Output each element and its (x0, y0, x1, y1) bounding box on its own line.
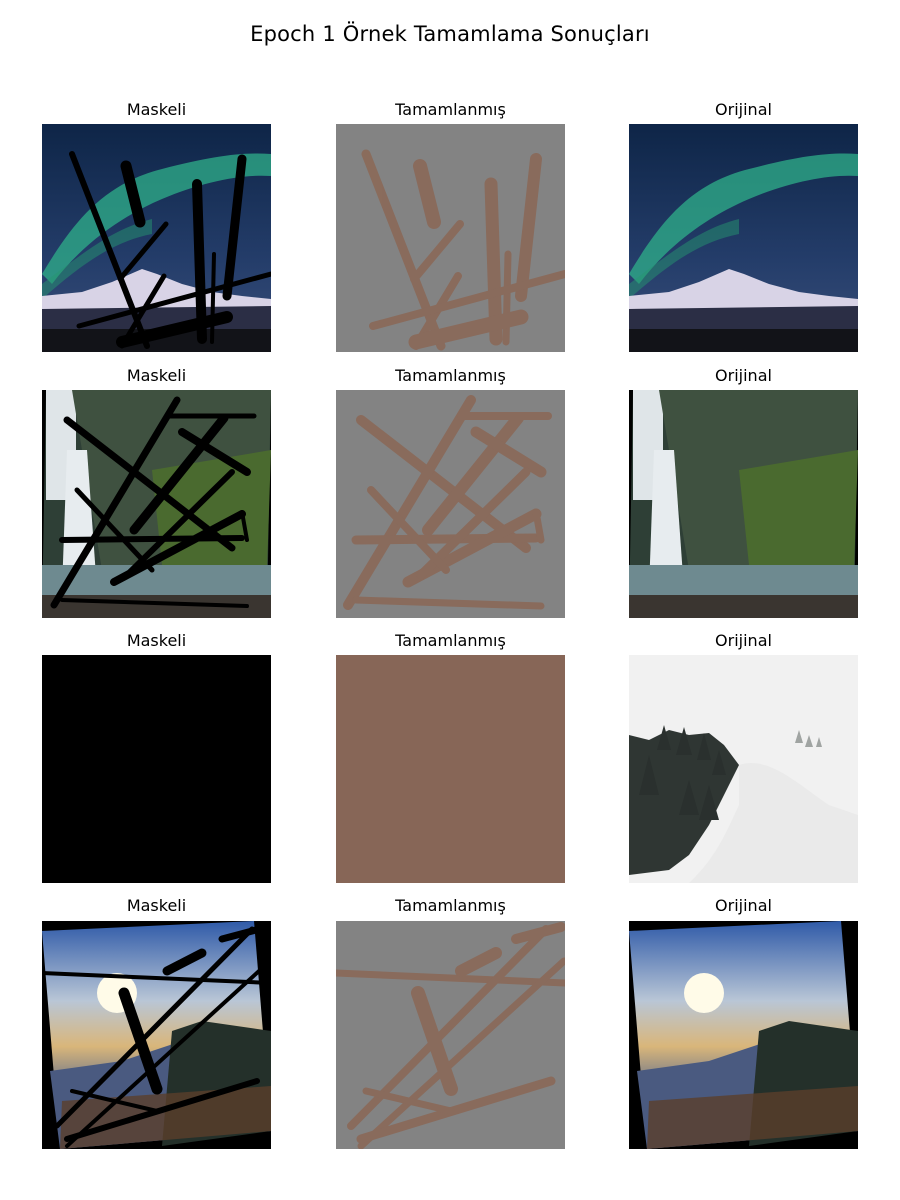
completed-image-sunset (336, 921, 565, 1149)
panel-title-masked: Maskeli (126, 896, 187, 915)
completed-image-aurora (336, 124, 565, 352)
figure-title: Epoch 1 Örnek Tamamlama Sonuçları (250, 22, 650, 46)
panel-title-completed: Tamamlanmış (395, 366, 506, 385)
panel-title-masked: Maskeli (126, 366, 187, 385)
completed-image-waterfall (336, 390, 565, 618)
original-image-waterfall (629, 390, 858, 618)
masked-image-waterfall (42, 390, 271, 618)
original-image-aurora (629, 124, 858, 352)
masked-image-aurora (42, 124, 271, 352)
panel-title-original: Orijinal (715, 631, 772, 650)
original-image-sunset (629, 921, 858, 1149)
panel-title-original: Orijinal (715, 896, 772, 915)
panel-title-masked: Maskeli (126, 100, 187, 119)
panel-title-completed: Tamamlanmış (395, 631, 506, 650)
masked-image-fog-forest (42, 655, 271, 883)
masked-image-sunset (42, 921, 271, 1149)
panel-title-completed: Tamamlanmış (395, 896, 506, 915)
completed-image-fog-forest (336, 655, 565, 883)
panel-title-original: Orijinal (715, 100, 772, 119)
panel-title-masked: Maskeli (126, 631, 187, 650)
panel-title-completed: Tamamlanmış (395, 100, 506, 119)
original-image-fog-forest (629, 655, 858, 883)
panel-title-original: Orijinal (715, 366, 772, 385)
